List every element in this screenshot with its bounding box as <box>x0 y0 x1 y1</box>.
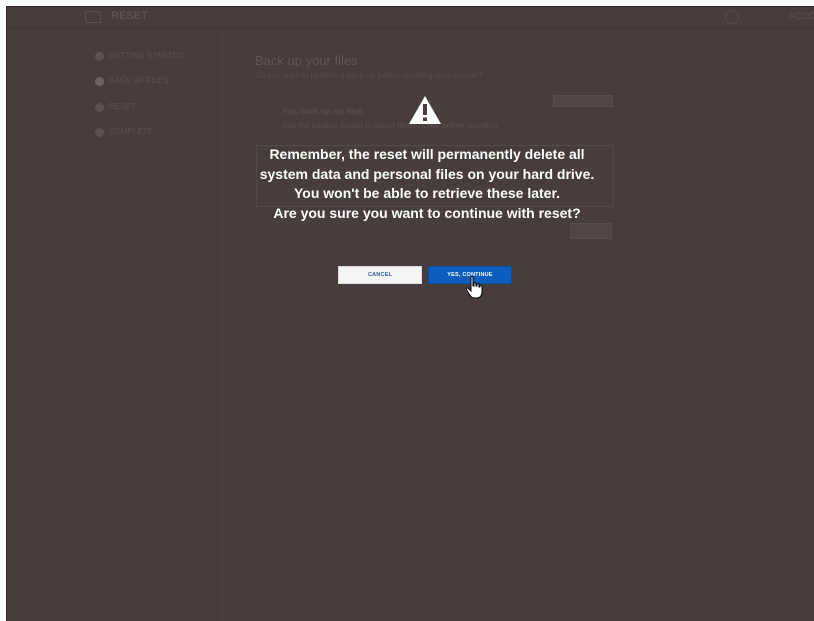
modal-message-line: Are you sure you want to continue with r… <box>273 204 581 221</box>
modal-message-line: Remember, the reset will permanently del… <box>269 146 585 162</box>
step-label: BACK UP FILES <box>109 76 169 85</box>
app-header: RESET ACCOUNT <box>7 7 814 28</box>
app-title: RESET <box>111 10 148 22</box>
hand-pointer-icon <box>465 275 483 299</box>
step-dot-icon <box>95 103 104 112</box>
page-subtitle: Do you want to perform a back up before … <box>255 71 483 80</box>
step-dot-icon <box>95 52 104 61</box>
step-dot-icon <box>95 128 104 137</box>
step-label: COMPLETE <box>109 127 154 136</box>
page-title: Back up your files <box>255 53 358 68</box>
back-button <box>570 223 612 239</box>
modal-message-line: You won't be able to retrieve these late… <box>293 185 561 201</box>
help-icon <box>725 10 739 24</box>
step-label: GETTING STARTED <box>109 51 184 60</box>
step-label: RESET <box>109 102 136 111</box>
cancel-button[interactable]: CANCEL <box>338 266 422 284</box>
option-description: Use the backup wizard to select files to… <box>282 121 498 130</box>
option-title: Yes, back up my files <box>282 107 363 116</box>
account-label: ACCOUNT <box>789 11 814 21</box>
backup-button <box>553 95 613 107</box>
modal-message-line: system data and personal files on your h… <box>259 165 595 182</box>
app-window: RESET ACCOUNT GETTING STARTED BACK UP FI… <box>6 6 814 621</box>
sidebar: GETTING STARTED BACK UP FILES RESET COMP… <box>7 28 218 621</box>
app-logo-icon <box>85 11 101 23</box>
warning-icon <box>409 96 441 124</box>
step-dot-icon <box>95 77 104 86</box>
modal-message: Remember, the reset will permanently del… <box>217 145 637 223</box>
